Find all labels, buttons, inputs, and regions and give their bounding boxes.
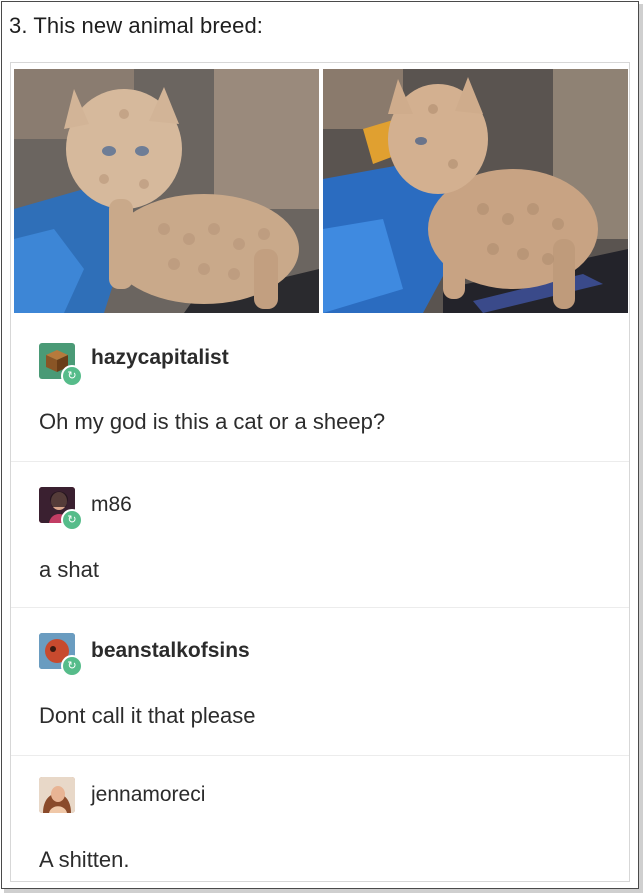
user-avatar[interactable]: ↻: [39, 487, 83, 531]
reblog-entry: ↻ hazycapitalist Oh my god is this a cat…: [11, 313, 629, 462]
reblog-entry: ↻ beanstalkofsins Dont call it that plea…: [11, 607, 629, 756]
username-link[interactable]: m86: [91, 493, 132, 517]
tumblr-post-card: ↻ hazycapitalist Oh my god is this a cat…: [10, 62, 630, 882]
reblog-entry: ↻ m86 a shat: [11, 461, 629, 608]
user-avatar[interactable]: ↻: [39, 343, 83, 387]
page-shadow-bottom: [4, 889, 643, 893]
user-avatar[interactable]: ↻: [39, 633, 83, 677]
comment-text: a shat: [39, 557, 99, 582]
kitten-photo-right[interactable]: [323, 69, 628, 313]
comment-text: A shitten.: [39, 847, 130, 872]
reblog-icon: ↻: [61, 365, 83, 387]
photo-avatar-icon: [39, 777, 75, 813]
username-link[interactable]: beanstalkofsins: [91, 639, 250, 663]
comment-text: Dont call it that please: [39, 703, 256, 728]
comment-text: Oh my god is this a cat or a sheep?: [39, 409, 386, 434]
screenshot-frame: 3. This new animal breed: ↻ hazycapitali…: [1, 1, 639, 889]
reblog-entry: jennamoreci A shitten.: [11, 755, 629, 881]
reblog-icon: ↻: [61, 509, 83, 531]
kitten-photo-left[interactable]: [14, 69, 319, 313]
page-title: 3. This new animal breed:: [9, 13, 264, 38]
page-shadow-right: [639, 4, 643, 892]
curly-kitten-photo-2: [323, 69, 628, 313]
curly-kitten-photo-1: [14, 69, 319, 313]
username-link[interactable]: hazycapitalist: [91, 346, 229, 370]
username-link[interactable]: jennamoreci: [91, 783, 205, 807]
user-avatar[interactable]: [39, 777, 83, 821]
reblog-icon: ↻: [61, 655, 83, 677]
